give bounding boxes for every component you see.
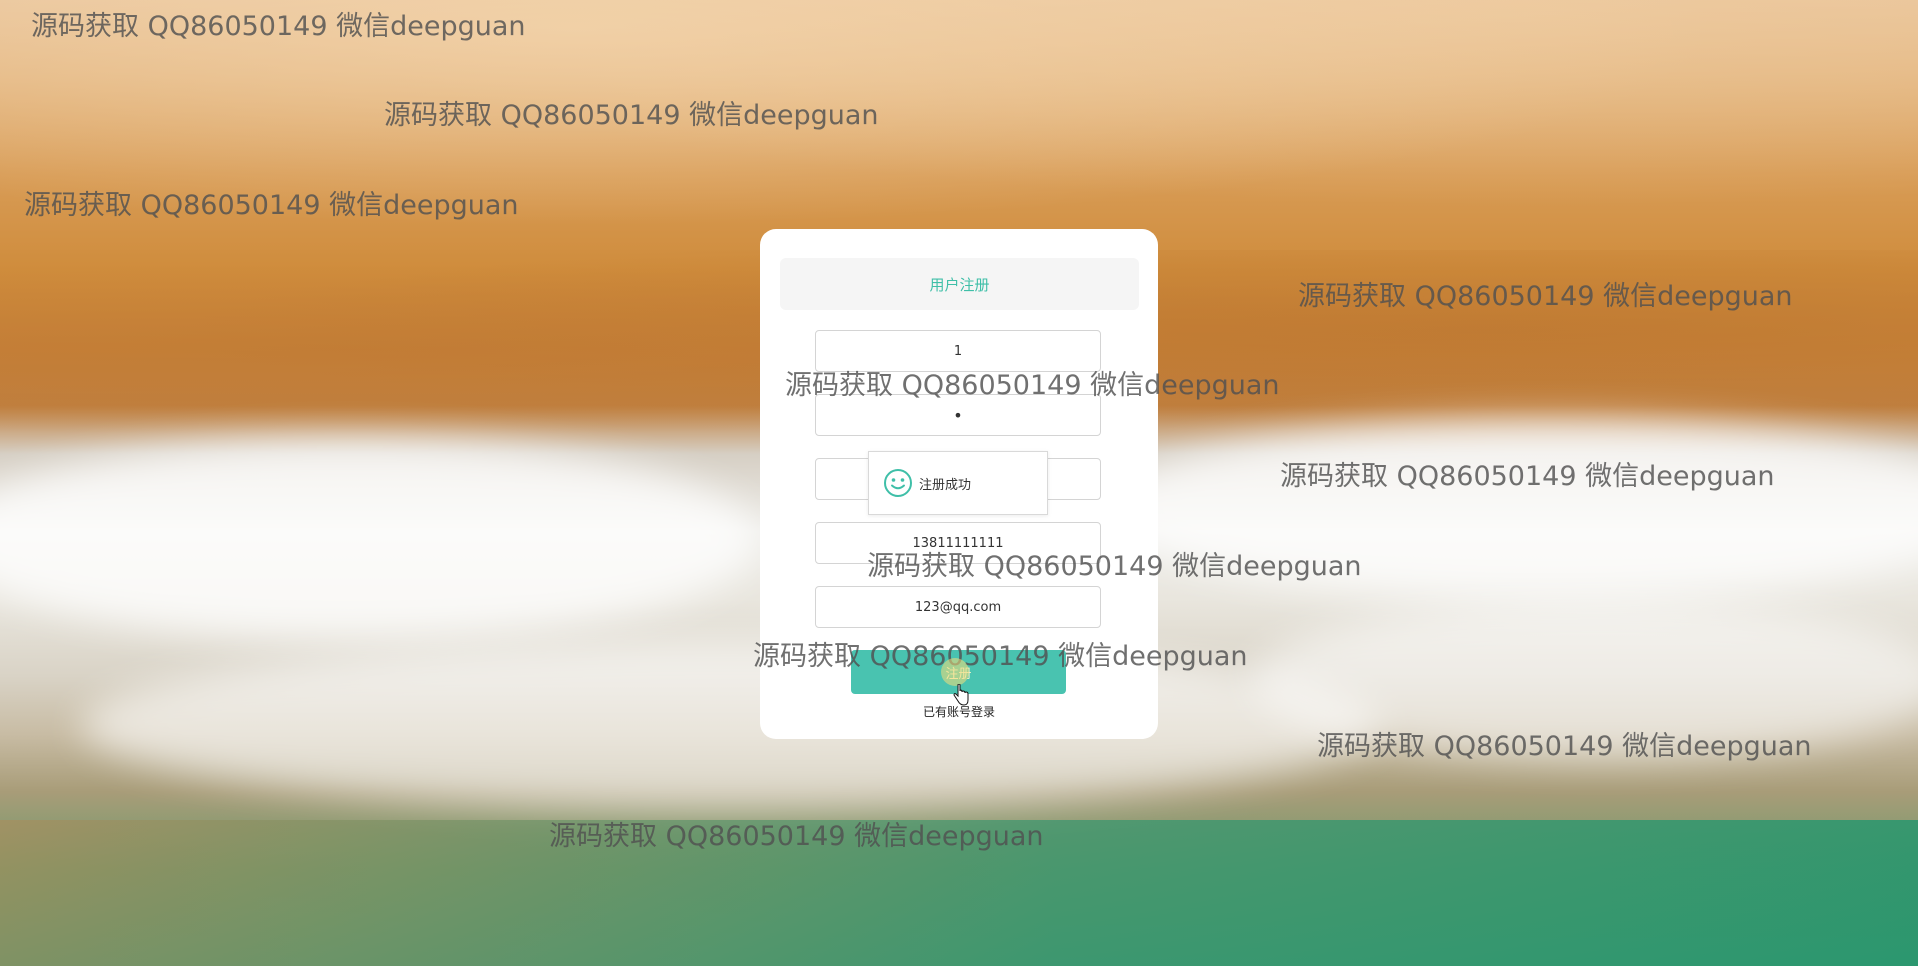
watermark-text: 源码获取 QQ86050149 微信deepguan — [785, 370, 1280, 401]
cursor-highlight — [941, 658, 969, 686]
email-input[interactable] — [815, 586, 1101, 628]
wave-foam — [0, 440, 760, 640]
watermark-text: 源码获取 QQ86050149 微信deepguan — [867, 551, 1362, 582]
watermark-text: 源码获取 QQ86050149 微信deepguan — [549, 821, 1044, 852]
register-title: 用户注册 — [780, 258, 1139, 310]
watermark-text: 源码获取 QQ86050149 微信deepguan — [384, 100, 879, 131]
watermark-text: 源码获取 QQ86050149 微信deepguan — [24, 190, 519, 221]
hand-cursor-icon — [953, 684, 969, 706]
watermark-text: 源码获取 QQ86050149 微信deepguan — [1317, 731, 1812, 762]
toast-message: 注册成功 — [919, 477, 972, 493]
watermark-text: 源码获取 QQ86050149 微信deepguan — [1280, 461, 1775, 492]
watermark-text: 源码获取 QQ86050149 微信deepguan — [753, 641, 1248, 672]
success-toast: 注册成功 — [868, 451, 1048, 515]
watermark-text: 源码获取 QQ86050149 微信deepguan — [31, 11, 526, 42]
watermark-text: 源码获取 QQ86050149 微信deepguan — [1298, 281, 1793, 312]
smile-icon — [884, 469, 912, 497]
